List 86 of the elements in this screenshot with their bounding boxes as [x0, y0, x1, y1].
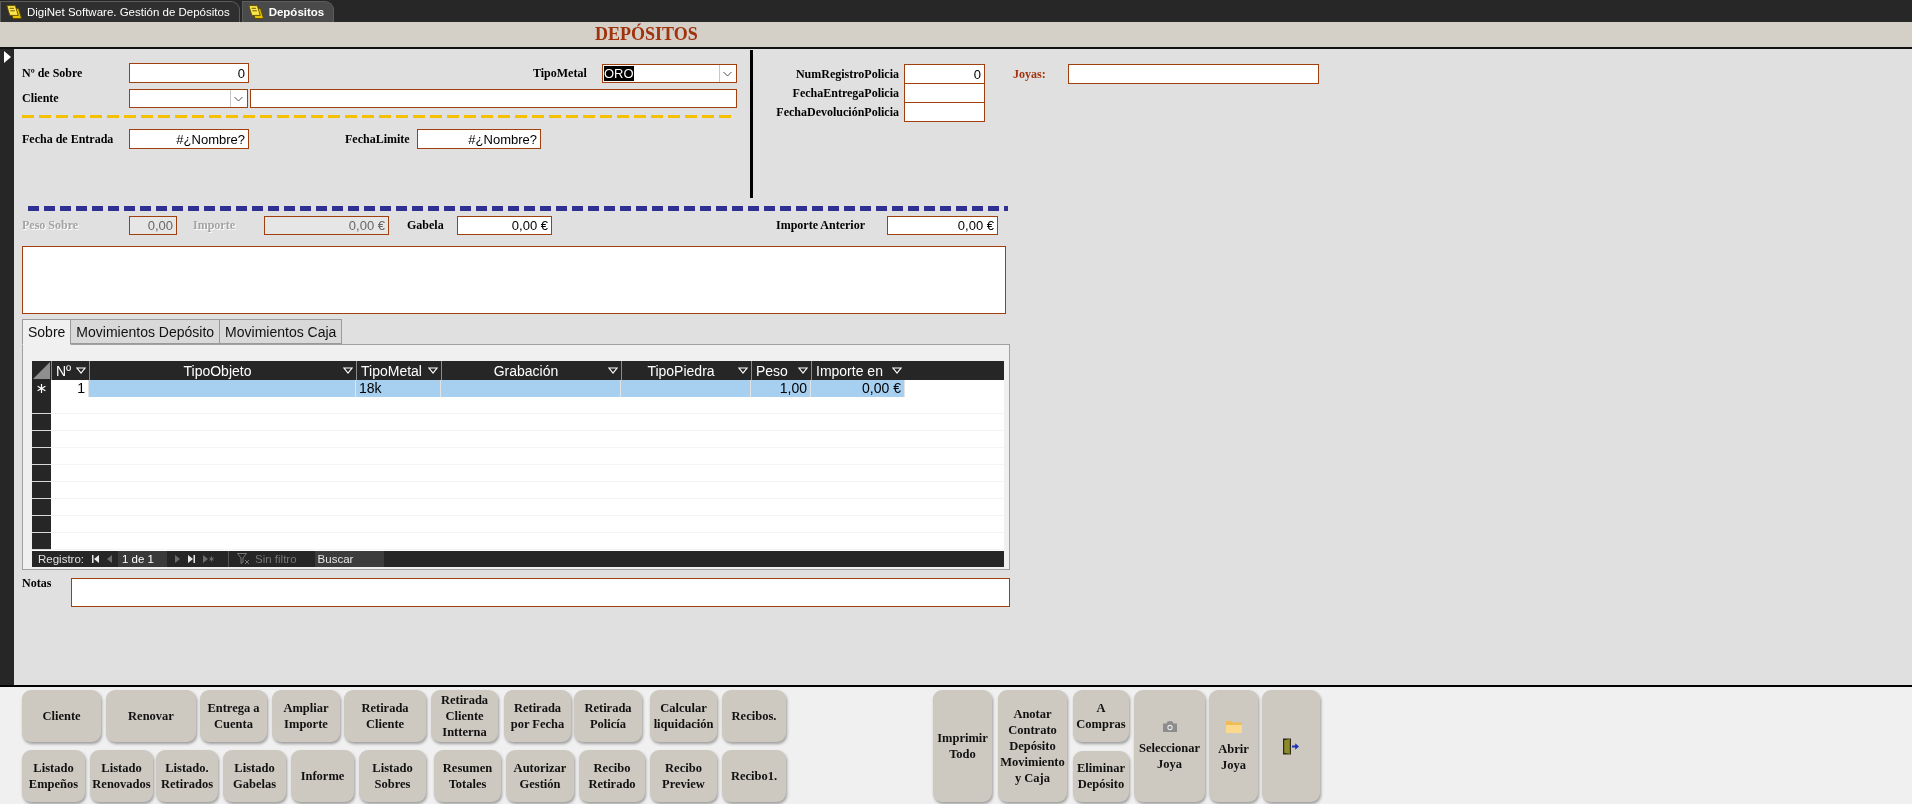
last-record-icon[interactable]: [188, 555, 196, 563]
field-label: FechaDevoluciónPolicia: [775, 104, 900, 120]
command-button[interactable]: Listado Renovados: [90, 750, 153, 802]
text-field[interactable]: 0: [904, 64, 985, 84]
text-field[interactable]: [904, 102, 985, 122]
command-button[interactable]: Recibo Retirado: [579, 750, 645, 802]
table-cell: 1,00: [751, 380, 811, 398]
command-button[interactable]: Listado. Retirados: [156, 750, 218, 802]
field-label: Nº de Sobre: [22, 65, 84, 81]
field-label: Importe Anterior: [776, 218, 866, 233]
text-field[interactable]: [904, 83, 985, 103]
command-button[interactable]: Listado Gabelas: [223, 750, 286, 802]
camera-icon: [1162, 720, 1177, 732]
field-label: Joyas:: [1013, 66, 1047, 82]
notes-field[interactable]: [71, 578, 1010, 607]
record-pointer-icon: [4, 51, 11, 63]
field-label: Notas: [22, 576, 53, 591]
command-button[interactable]: Recibo1.: [722, 750, 786, 802]
first-record-icon[interactable]: [92, 555, 100, 563]
document-tab[interactable]: Depósitos: [241, 1, 335, 22]
command-button[interactable]: Seleccionar Joya: [1134, 690, 1205, 802]
command-button[interactable]: Retirada Cliente Intterna: [431, 690, 498, 742]
tab[interactable]: Sobre: [22, 319, 72, 345]
command-button[interactable]: Renovar: [106, 690, 196, 742]
amount-field[interactable]: 0,00 €: [457, 216, 552, 235]
command-button[interactable]: Calcular liquidación: [650, 690, 717, 742]
tab[interactable]: Movimientos Depósito: [70, 319, 221, 344]
document-tab[interactable]: DigiNet Software. Gestión de Depósitos: [0, 1, 240, 22]
command-button[interactable]: Cliente: [22, 690, 101, 742]
command-button[interactable]: Abrir Joya: [1209, 690, 1258, 802]
dropdown-arrow-icon[interactable]: [428, 367, 438, 374]
field-label: Peso Sobre: [22, 218, 80, 233]
notepad-icon: [247, 5, 264, 19]
command-button[interactable]: Listado Empeños: [22, 750, 85, 802]
dropdown-arrow-icon[interactable]: [892, 367, 902, 374]
memo-field[interactable]: [22, 246, 1006, 314]
field-label: TipoMetal: [533, 65, 588, 81]
asterisk-icon: [37, 384, 46, 393]
record-number-field[interactable]: 1 de 1: [118, 551, 168, 567]
dropdown-arrow-icon[interactable]: [76, 367, 86, 374]
filter-icon: [237, 553, 251, 565]
text-field[interactable]: [1068, 64, 1319, 84]
field-label: FechaEntregaPolicia: [791, 85, 900, 101]
dropdown-arrow-icon[interactable]: [738, 367, 748, 374]
tab[interactable]: Movimientos Caja: [219, 319, 343, 344]
form-title: DEPÓSITOS: [595, 24, 698, 45]
select-all-icon[interactable]: [33, 362, 50, 379]
command-button[interactable]: Eliminar Depósito: [1073, 750, 1129, 802]
amount-field[interactable]: 0,00 €: [887, 216, 998, 235]
command-button[interactable]: Autorizar Gestión: [506, 750, 574, 802]
dropdown-arrow-icon[interactable]: [343, 367, 353, 374]
command-button[interactable]: Resumen Totales: [434, 750, 501, 802]
command-button[interactable]: Ampliar Importe: [272, 690, 340, 742]
field-label: Fecha de Entrada: [22, 131, 115, 147]
field-label: Gabela: [407, 218, 445, 233]
date-field[interactable]: #¿Nombre?: [417, 129, 541, 149]
command-button[interactable]: Entrega a Cuenta: [200, 690, 267, 742]
door-arrow-icon: [1283, 737, 1299, 755]
text-field[interactable]: 0: [129, 63, 249, 83]
field-label: Importe: [193, 218, 236, 233]
command-button[interactable]: Imprimir Todo: [933, 690, 992, 802]
field-label: Cliente: [22, 91, 60, 106]
command-button[interactable]: Retirada Cliente: [344, 690, 426, 742]
date-field[interactable]: #¿Nombre?: [129, 129, 249, 149]
dropdown-field[interactable]: [129, 89, 248, 108]
text-field[interactable]: [250, 89, 737, 108]
search-field[interactable]: Buscar: [314, 551, 384, 567]
command-button[interactable]: Anotar Contrato Depósito Movimiento y Caja: [998, 690, 1067, 802]
command-button[interactable]: Informe: [291, 750, 354, 802]
record-label: Registro:: [38, 553, 85, 565]
table-cell: 18k: [356, 380, 441, 398]
command-button[interactable]: Listado Sobres: [359, 750, 426, 802]
folder-icon: [1225, 719, 1242, 733]
command-button[interactable]: Retirada por Fecha: [504, 690, 571, 742]
table-cell: 0,00 €: [811, 380, 905, 398]
field-label: FechaLimite: [345, 131, 411, 147]
notepad-icon: [6, 5, 22, 19]
dropdown-arrow-icon[interactable]: [608, 367, 618, 374]
command-button[interactable]: Retirada Policía: [574, 690, 642, 742]
command-button[interactable]: A Compras: [1073, 690, 1129, 742]
dropdown-field[interactable]: ORO: [602, 63, 737, 83]
command-button[interactable]: Recibo Preview: [650, 750, 717, 802]
dropdown-arrow-icon[interactable]: [798, 367, 808, 374]
row-selector[interactable]: [32, 380, 51, 398]
command-button[interactable]: Recibos.: [722, 690, 786, 742]
field-label: NumRegistroPolicia: [794, 66, 900, 82]
